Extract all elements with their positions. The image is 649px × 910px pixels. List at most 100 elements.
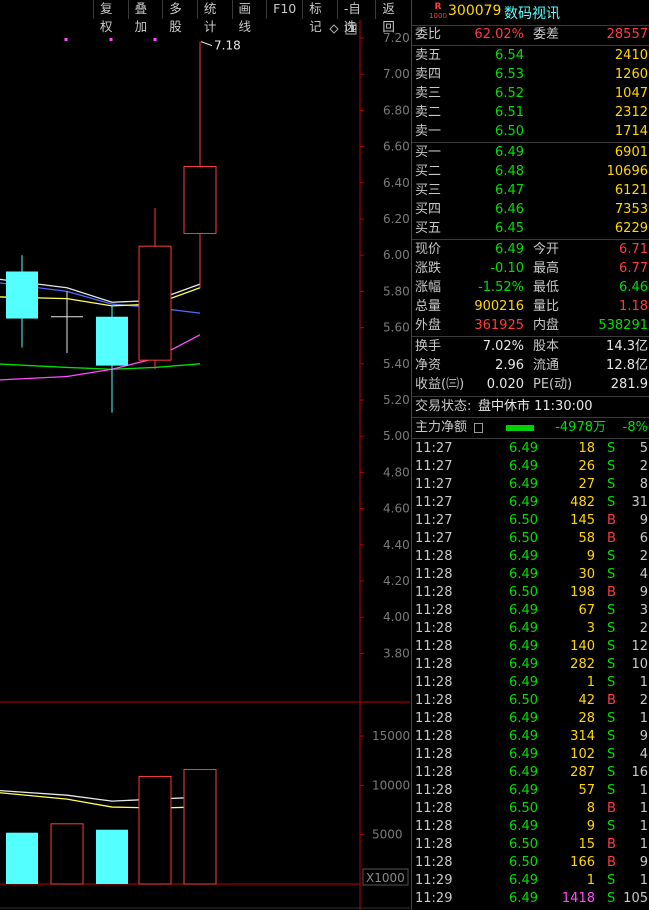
tick-count: 9 bbox=[639, 513, 648, 528]
tick-price: 6.49 bbox=[509, 747, 538, 762]
kline-panel[interactable]: 7.20 7.00 6.80 6.60 6.40 6.20 6.00 5.80 5.60 5.40… bbox=[0, 0, 410, 910]
tick-price: 6.49 bbox=[509, 639, 538, 654]
tick-time: 11:27 bbox=[415, 513, 453, 528]
ask-label: 卖三 bbox=[415, 86, 442, 101]
tick-side: S bbox=[607, 639, 616, 654]
doc-icon[interactable] bbox=[474, 423, 483, 433]
price-tick-label: 6.60 bbox=[383, 140, 410, 154]
volume-bar[interactable] bbox=[6, 832, 38, 884]
tick-side: B bbox=[607, 585, 616, 600]
toolbar-button[interactable]: 多股 bbox=[162, 0, 197, 34]
tick-side: B bbox=[607, 531, 616, 546]
tick-time: 11:28 bbox=[415, 855, 453, 870]
bid-label: 买三 bbox=[415, 183, 442, 198]
vol-tick-label: 15000 bbox=[372, 729, 410, 743]
tick-time: 11:28 bbox=[415, 675, 453, 690]
tick-price: 6.49 bbox=[509, 477, 538, 492]
bid-volume: 7353 bbox=[614, 202, 648, 217]
fin-label: 净资 bbox=[415, 358, 442, 373]
diamond-icon[interactable] bbox=[329, 24, 339, 34]
tick-price: 6.49 bbox=[509, 459, 538, 474]
ask-row: 卖四 6.53 1260 bbox=[412, 66, 649, 84]
tick-time: 11:28 bbox=[415, 801, 453, 816]
volume-bar[interactable] bbox=[96, 829, 128, 884]
volume-bar[interactable] bbox=[183, 769, 217, 885]
tick-side: S bbox=[607, 765, 616, 780]
bid-row: 买一 6.49 6901 bbox=[412, 144, 649, 162]
toolbar-button[interactable]: -自选 bbox=[336, 0, 376, 34]
kline-chart[interactable]: 7.207.006.806.606.406.206.005.805.605.40… bbox=[0, 0, 410, 910]
vol-unit-label: X1000 bbox=[366, 871, 405, 885]
stock-header: R 1000 300079 数码视讯 bbox=[412, 0, 649, 25]
toolbar-button[interactable]: 复权 bbox=[93, 0, 128, 34]
ask-volume: 1714 bbox=[614, 124, 648, 139]
tick-price: 6.50 bbox=[509, 585, 538, 600]
tick-volume: 166 bbox=[570, 855, 595, 870]
tick-time: 11:28 bbox=[415, 837, 453, 852]
tick-price: 6.49 bbox=[509, 891, 538, 906]
chart-toolbar: 复权 叠加 多股 统计 画线 F10 标记 -自选 返回 bbox=[93, 0, 410, 34]
signal-dot bbox=[64, 38, 68, 41]
ask-price: 6.54 bbox=[495, 48, 524, 63]
tick-count: 9 bbox=[639, 585, 648, 600]
tick-volume: 42 bbox=[578, 693, 595, 708]
tick-row: 11:28 6.49 28 S 1 bbox=[412, 710, 649, 728]
candle-body[interactable] bbox=[183, 166, 217, 234]
quote-row: 涨幅 -1.52% 最低 6.46 bbox=[412, 279, 649, 297]
price-tick-label: 7.00 bbox=[383, 67, 410, 81]
ask-price: 6.50 bbox=[495, 124, 524, 139]
tick-time: 11:28 bbox=[415, 711, 453, 726]
signal-dot bbox=[153, 38, 157, 41]
candle-body[interactable] bbox=[138, 245, 172, 361]
tick-side: S bbox=[607, 891, 616, 906]
tick-row: 11:27 6.49 26 S 2 bbox=[412, 458, 649, 476]
quote-label: 涨幅 bbox=[415, 280, 442, 295]
quote-row: 总量 900216 量比 1.18 bbox=[412, 298, 649, 316]
toolbar-button[interactable]: F10 bbox=[266, 0, 302, 19]
ask-volume: 1047 bbox=[614, 86, 648, 101]
bid-volume: 6121 bbox=[614, 183, 648, 198]
tick-volume: 3 bbox=[586, 621, 595, 636]
tick-time: 11:27 bbox=[415, 477, 453, 492]
tick-time: 11:28 bbox=[415, 693, 453, 708]
price-tick-label: 4.20 bbox=[383, 574, 410, 588]
toolbar-button[interactable]: 标记 bbox=[302, 0, 337, 34]
ask-label: 卖四 bbox=[415, 67, 442, 82]
volume-bar[interactable] bbox=[50, 823, 84, 885]
tick-count: 5 bbox=[639, 441, 648, 456]
tick-side: S bbox=[607, 567, 616, 582]
mainflow-bar bbox=[506, 425, 534, 431]
tick-side: S bbox=[607, 459, 616, 474]
candle-body[interactable] bbox=[6, 271, 38, 319]
tick-count: 2 bbox=[639, 621, 648, 636]
mainflow-value: -4978万 bbox=[555, 420, 606, 435]
tick-volume: 1418 bbox=[561, 891, 595, 906]
tick-row: 11:28 6.49 102 S 4 bbox=[412, 746, 649, 764]
quote-label-2: 最低 bbox=[533, 280, 560, 295]
tick-row: 11:28 6.49 3 S 2 bbox=[412, 620, 649, 638]
fin-label: 换手 bbox=[415, 339, 442, 354]
tick-time: 11:28 bbox=[415, 621, 453, 636]
candle-body[interactable] bbox=[96, 316, 128, 366]
mainflow-pct: -8% bbox=[622, 420, 648, 435]
tick-time: 11:28 bbox=[415, 549, 453, 564]
tick-count: 16 bbox=[631, 765, 648, 780]
toolbar-button[interactable]: 画线 bbox=[231, 0, 267, 34]
diff-value: 28557 bbox=[606, 27, 648, 42]
tick-count: 1 bbox=[639, 801, 648, 816]
price-tick-label: 5.80 bbox=[383, 284, 410, 298]
fin-row: 净资 2.96 流通 12.8亿 bbox=[412, 357, 649, 375]
price-tick-label: 4.40 bbox=[383, 538, 410, 552]
quote-value: -0.10 bbox=[490, 261, 524, 276]
tick-row: 11:29 6.49 1 S 1 bbox=[412, 872, 649, 890]
quote-value-2: 538291 bbox=[598, 318, 648, 333]
toolbar-button[interactable]: 统计 bbox=[196, 0, 232, 34]
toolbar-button[interactable]: 返回 bbox=[375, 0, 410, 34]
volume-bar[interactable] bbox=[138, 775, 172, 885]
toolbar-button[interactable]: 叠加 bbox=[127, 0, 163, 34]
fin-row: 收益(㈢) 0.020 PE(动) 281.9 bbox=[412, 376, 649, 394]
tick-side: S bbox=[607, 603, 616, 618]
quote-label-2: 最高 bbox=[533, 261, 560, 276]
price-tick-label: 6.20 bbox=[383, 212, 410, 226]
bid-price: 6.47 bbox=[495, 183, 524, 198]
